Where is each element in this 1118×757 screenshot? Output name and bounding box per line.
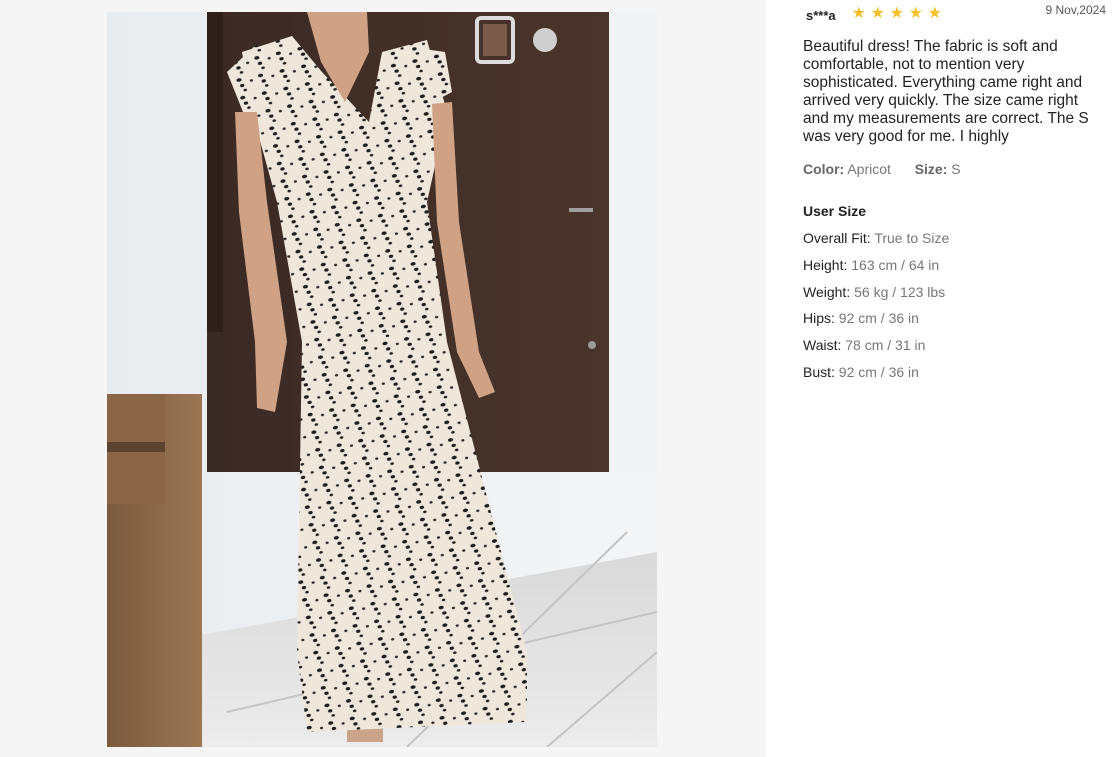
- purchase-attributes: Color: Apricot Size: S: [803, 161, 961, 177]
- size-row-weight: Weight: 56 kg / 123 lbs: [803, 283, 946, 300]
- user-size-title: User Size: [803, 203, 867, 219]
- star-icon: ★: [889, 3, 904, 22]
- size-value: S: [951, 161, 961, 177]
- size-row-overall-fit: Overall Fit: True to Size: [803, 230, 950, 246]
- reviewer-name: s***a: [806, 7, 836, 23]
- size-row-height: Height: 163 cm / 64 in: [803, 256, 940, 273]
- review-panel: s***a ★ ★ ★ ★ ★ 9 Nov,2024 Beautiful dre…: [766, 0, 1118, 757]
- review-photo[interactable]: [107, 12, 657, 747]
- color-label: Color:: [803, 161, 845, 177]
- review-page: s***a ★ ★ ★ ★ ★ 9 Nov,2024 Beautiful dre…: [0, 0, 1118, 757]
- size-label: Size:: [914, 161, 948, 177]
- star-icon: ★: [851, 3, 866, 22]
- star-rating: ★ ★ ★ ★ ★: [852, 5, 944, 21]
- review-date: 9 Nov,2024: [1045, 3, 1107, 17]
- size-row-waist: Waist: 78 cm / 31 in: [803, 337, 926, 354]
- user-size-list: Overall Fit: True to Size Height: 163 cm…: [803, 230, 949, 391]
- size-row-hips: Hips: 92 cm / 36 in: [803, 310, 919, 327]
- star-icon: ★: [927, 3, 942, 22]
- color-value: Apricot: [847, 161, 891, 177]
- photo-panel: [0, 0, 766, 757]
- star-icon: ★: [870, 3, 885, 22]
- size-row-bust: Bust: 92 cm / 36 in: [803, 363, 919, 380]
- star-icon: ★: [908, 3, 923, 22]
- review-text: Beautiful dress! The fabric is soft and …: [803, 38, 1089, 145]
- review-header: s***a ★ ★ ★ ★ ★ 9 Nov,2024: [806, 3, 1106, 23]
